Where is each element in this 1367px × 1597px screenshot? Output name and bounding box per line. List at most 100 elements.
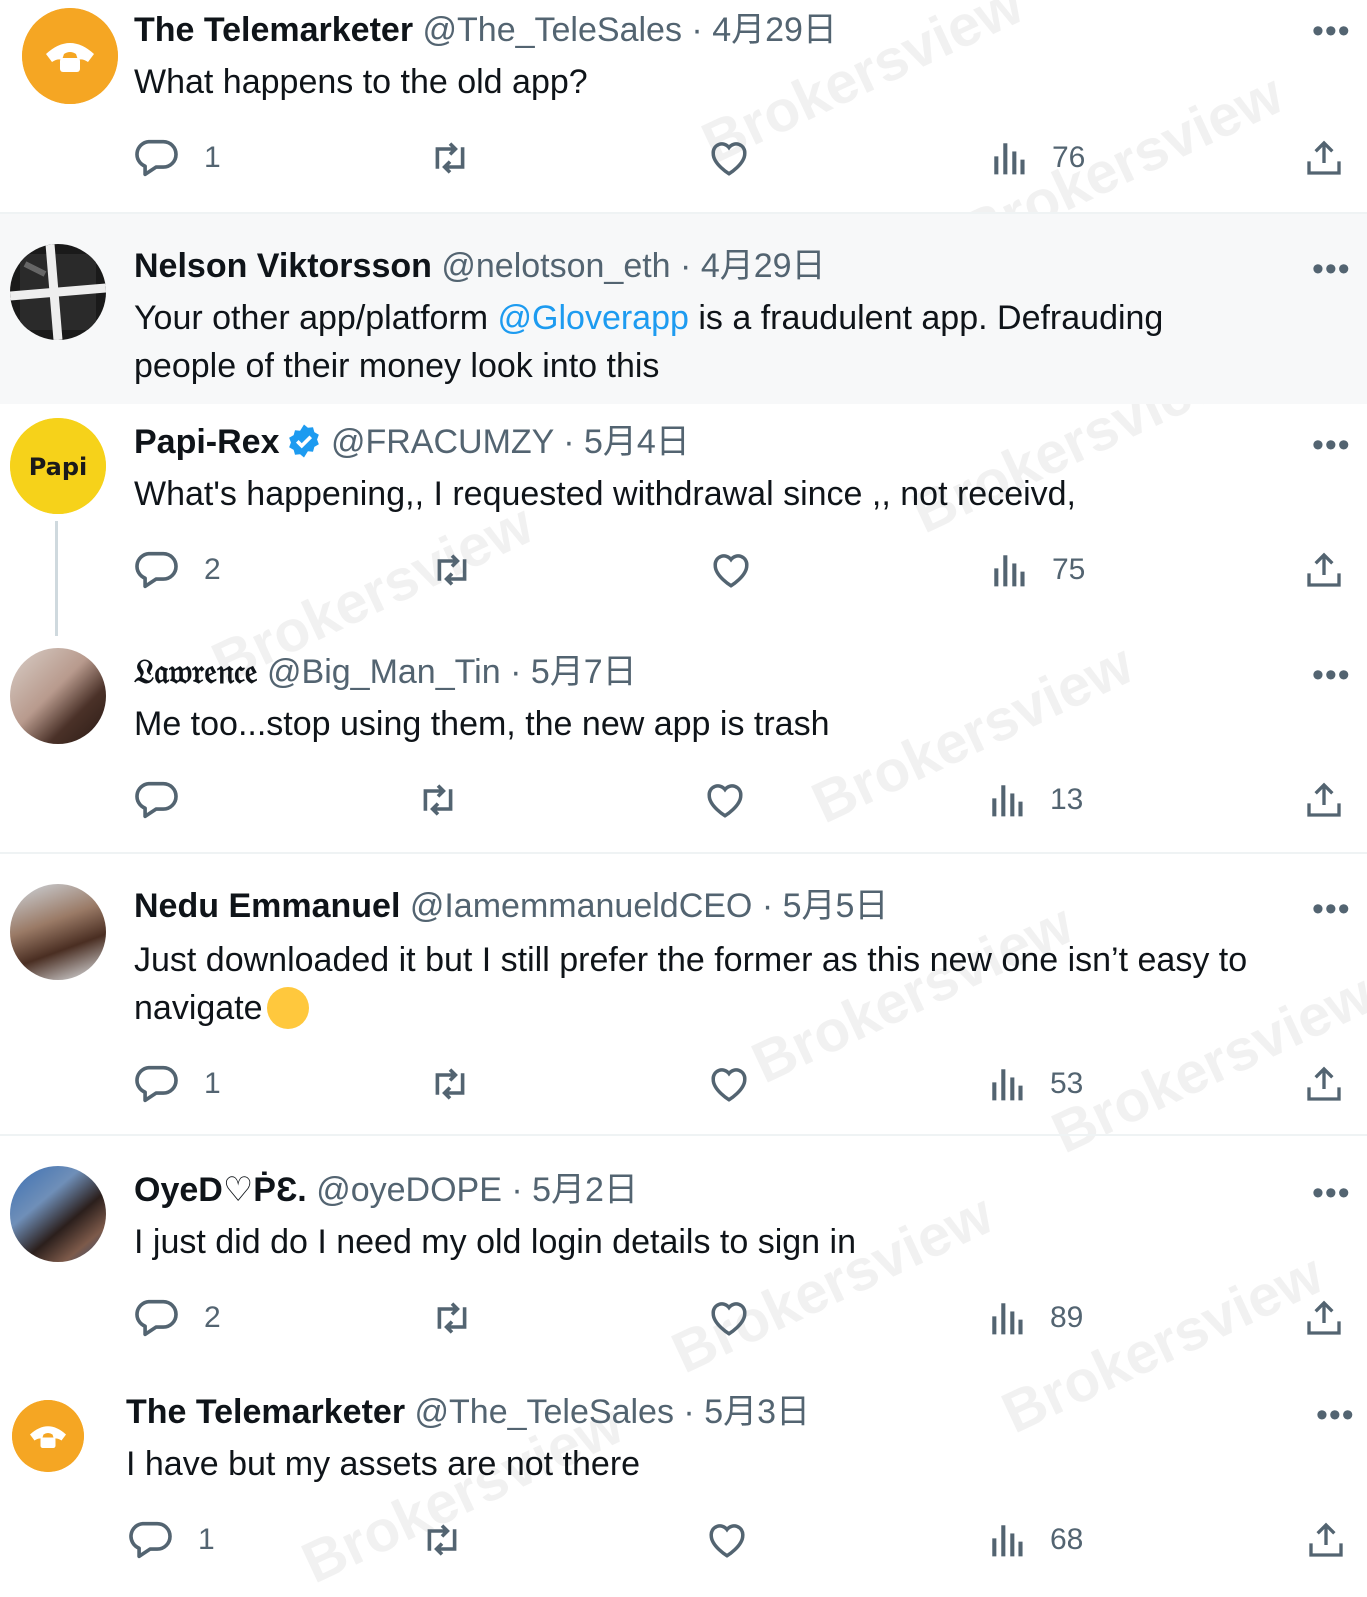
- reply-button[interactable]: 2: [134, 550, 221, 590]
- avatar[interactable]: [22, 8, 118, 104]
- handle[interactable]: @The_TeleSales: [415, 1393, 674, 1431]
- share-button[interactable]: [1304, 1064, 1344, 1104]
- tweet-header: The Telemarketer @The_TeleSales · 4月29日: [134, 10, 837, 50]
- avatar-label: Papi: [29, 453, 88, 481]
- tweet[interactable]: The Telemarketer @The_TeleSales · 4月29日 …: [0, 0, 1367, 212]
- more-options-icon[interactable]: •••: [1312, 428, 1351, 462]
- timestamp[interactable]: 5月3日: [704, 1393, 810, 1431]
- avatar[interactable]: [12, 1400, 84, 1472]
- separator: ·: [683, 1393, 695, 1431]
- retweet-icon: [435, 142, 465, 174]
- avatar[interactable]: [10, 884, 106, 980]
- tweet[interactable]: 𝔏𝔞𝔴𝔯𝔢𝔫𝔠𝔢 @Big_Man_Tin · 5月7日 ••• Me too.…: [0, 634, 1367, 852]
- avatar[interactable]: Papi: [10, 418, 106, 514]
- tweet-header: Nedu Emmanuel @IamemmanueldCEO · 5月5日: [134, 886, 888, 926]
- share-icon: [1307, 552, 1341, 587]
- tweet[interactable]: Nedu Emmanuel @IamemmanueldCEO · 5月5日 ••…: [0, 854, 1367, 1134]
- share-icon: [1307, 782, 1341, 817]
- timestamp[interactable]: 5月2日: [532, 1171, 638, 1209]
- like-button[interactable]: [708, 138, 750, 178]
- like-button[interactable]: [710, 550, 752, 590]
- reply-button[interactable]: 2: [134, 1298, 221, 1338]
- handle[interactable]: @oyeDOPE: [316, 1171, 502, 1209]
- tweet-header: Nelson Viktorsson @nelotson_eth · 4月29日: [134, 246, 826, 286]
- display-name[interactable]: Nelson Viktorsson: [134, 247, 432, 285]
- share-icon: [1307, 140, 1341, 175]
- tweet[interactable]: Papi Papi-Rex @FRACUMZY · 5月4日 ••• What'…: [0, 404, 1367, 634]
- tweet[interactable]: OyeD♡ṖƐ. @oyeDOPE · 5月2日 ••• I just did …: [0, 1136, 1367, 1366]
- more-options-icon[interactable]: •••: [1312, 658, 1351, 692]
- like-button[interactable]: [706, 1520, 748, 1560]
- heart-icon: [711, 1302, 747, 1336]
- tweet[interactable]: Nelson Viktorsson @nelotson_eth · 4月29日 …: [0, 214, 1367, 404]
- timestamp[interactable]: 5月5日: [783, 887, 889, 925]
- display-name[interactable]: Nedu Emmanuel: [134, 887, 400, 925]
- retweet-icon: [437, 554, 467, 586]
- views-button[interactable]: 13: [990, 782, 1083, 818]
- views-button[interactable]: 76: [992, 140, 1085, 176]
- reply-button[interactable]: 1: [128, 1520, 215, 1560]
- views-button[interactable]: 53: [990, 1066, 1083, 1102]
- display-name[interactable]: The Telemarketer: [126, 1393, 405, 1431]
- timestamp[interactable]: 5月7日: [531, 653, 637, 691]
- views-chart-icon: [992, 785, 1023, 817]
- view-count: 89: [1050, 1301, 1084, 1334]
- view-count: 13: [1050, 783, 1084, 816]
- reply-button[interactable]: 1: [134, 1064, 221, 1104]
- more-options-icon[interactable]: •••: [1312, 1176, 1351, 1210]
- timestamp[interactable]: 4月29日: [701, 247, 826, 285]
- retweet-button[interactable]: [428, 1066, 472, 1102]
- share-button[interactable]: [1304, 138, 1344, 178]
- handle[interactable]: @IamemmanueldCEO: [410, 887, 753, 925]
- share-button[interactable]: [1304, 780, 1344, 820]
- handle[interactable]: @nelotson_eth: [441, 247, 670, 285]
- reply-button[interactable]: [134, 780, 178, 820]
- share-button[interactable]: [1304, 550, 1344, 590]
- handle[interactable]: @Big_Man_Tin: [267, 653, 501, 691]
- avatar[interactable]: [10, 244, 106, 340]
- share-button[interactable]: [1306, 1520, 1346, 1560]
- display-name[interactable]: Papi-Rex: [134, 423, 280, 461]
- view-count: 76: [1052, 141, 1086, 174]
- handle[interactable]: @FRACUMZY: [331, 423, 554, 461]
- more-options-icon[interactable]: •••: [1316, 1398, 1355, 1432]
- display-name[interactable]: The Telemarketer: [134, 11, 413, 49]
- retweet-button[interactable]: [428, 140, 472, 176]
- like-button[interactable]: [704, 780, 746, 820]
- mention-link[interactable]: @Gloverapp: [498, 299, 689, 337]
- more-options-icon[interactable]: •••: [1312, 14, 1351, 48]
- avatar[interactable]: [10, 648, 106, 744]
- views-button[interactable]: 89: [990, 1300, 1083, 1336]
- share-button[interactable]: [1304, 1298, 1344, 1338]
- phone-logo-icon: [12, 1400, 84, 1472]
- reply-button[interactable]: 1: [134, 138, 221, 178]
- view-count: 53: [1050, 1067, 1084, 1100]
- display-name[interactable]: 𝔏𝔞𝔴𝔯𝔢𝔫𝔠𝔢: [134, 652, 258, 692]
- reply-icon: [135, 139, 178, 177]
- retweet-button[interactable]: [420, 1522, 464, 1558]
- tweet-header: The Telemarketer @The_TeleSales · 5月3日: [126, 1392, 810, 1432]
- like-button[interactable]: [708, 1064, 750, 1104]
- views-button[interactable]: 75: [992, 552, 1085, 588]
- reply-icon: [135, 551, 178, 589]
- more-options-icon[interactable]: •••: [1312, 892, 1351, 926]
- handle[interactable]: @The_TeleSales: [423, 11, 682, 49]
- views-button[interactable]: 68: [990, 1522, 1083, 1558]
- retweet-button[interactable]: [416, 782, 460, 818]
- retweet-button[interactable]: [430, 552, 474, 588]
- retweet-button[interactable]: [430, 1300, 474, 1336]
- display-name[interactable]: OyeD♡ṖƐ.: [134, 1171, 307, 1209]
- thinking-face-icon: [266, 987, 309, 1029]
- views-chart-icon: [992, 1303, 1023, 1335]
- share-icon: [1307, 1066, 1341, 1101]
- timestamp[interactable]: 4月29日: [712, 11, 837, 49]
- more-options-icon[interactable]: •••: [1312, 252, 1351, 286]
- avatar[interactable]: [10, 1166, 106, 1262]
- heart-icon: [711, 142, 747, 176]
- timestamp[interactable]: 5月4日: [584, 423, 690, 461]
- tweet-text: What happens to the old app?: [134, 63, 588, 101]
- like-button[interactable]: [708, 1298, 750, 1338]
- tweet[interactable]: The Telemarketer @The_TeleSales · 5月3日 •…: [0, 1366, 1367, 1568]
- reply-count: 1: [198, 1523, 215, 1556]
- text-segment: Your other app/platform: [134, 299, 498, 337]
